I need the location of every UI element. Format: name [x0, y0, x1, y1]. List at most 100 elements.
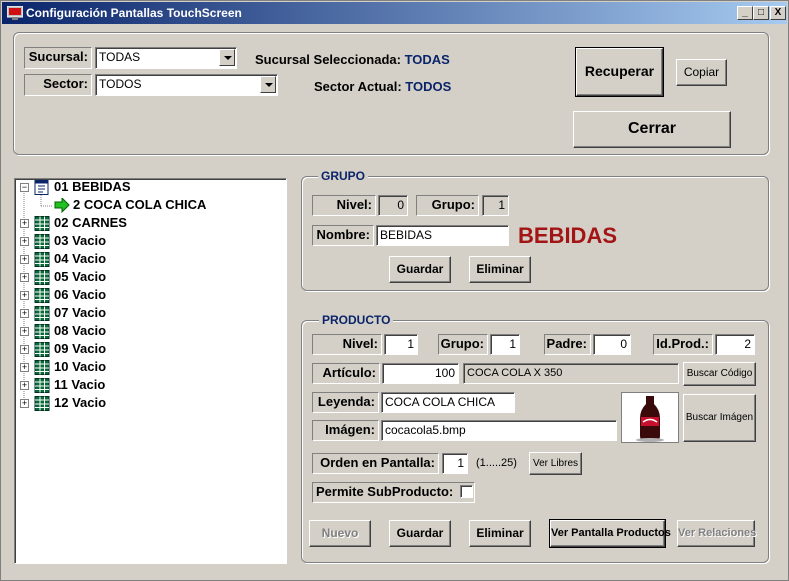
grid-icon [34, 252, 50, 267]
sector-actual: Sector Actual: TODOS [314, 79, 451, 94]
grupo-nombre-display: BEBIDAS [518, 223, 618, 248]
grid-icon [34, 216, 50, 231]
expand-icon[interactable]: + [20, 327, 29, 336]
leyenda-field[interactable]: COCA COLA CHICA [381, 392, 515, 413]
leyenda-label: Leyenda: [312, 392, 379, 413]
collapse-icon[interactable]: − [20, 183, 29, 192]
producto-legend: PRODUCTO [319, 313, 394, 327]
green-arrow-icon [54, 198, 70, 213]
chevron-down-icon[interactable] [219, 49, 235, 66]
sucursal-select[interactable]: TODAS [95, 47, 237, 69]
grupo-legend: GRUPO [318, 169, 369, 183]
producto-nivel-field[interactable]: 1 [384, 334, 418, 355]
sucursal-seleccionada: Sucursal Seleccionada: TODAS [255, 52, 450, 67]
sucursal-select-value: TODAS [99, 50, 141, 64]
expand-icon[interactable]: + [20, 237, 29, 246]
tree-item-label: 09 Vacio [54, 341, 107, 356]
producto-padre-label: Padre: [544, 334, 591, 355]
producto-guardar-button[interactable]: Guardar [389, 520, 451, 547]
recuperar-button[interactable]: Recuperar [575, 47, 664, 97]
permite-subproducto-checkbox[interactable] [460, 485, 473, 498]
tree-item-label: 03 Vacio [54, 233, 107, 248]
producto-grupo-label: Grupo: [438, 334, 488, 355]
buscar-imagen-button[interactable]: Buscar Imágen [683, 394, 756, 442]
tree-item-label: 11 Vacio [54, 377, 106, 392]
grid-icon [34, 324, 50, 339]
app-icon [7, 6, 23, 20]
articulo-label: Artículo: [312, 363, 380, 384]
expand-icon[interactable]: + [20, 363, 29, 372]
tree-item-label: 04 Vacio [54, 251, 107, 266]
expand-icon[interactable]: + [20, 345, 29, 354]
imagen-label: Imágen: [312, 420, 379, 441]
ver-libres-button[interactable]: Ver Libres [529, 452, 582, 475]
sucursal-seleccionada-label: Sucursal Seleccionada: [255, 52, 401, 67]
grid-icon [34, 306, 50, 321]
minimize-button[interactable]: _ [737, 6, 753, 20]
expand-icon[interactable]: + [20, 381, 29, 390]
cerrar-button[interactable]: Cerrar [573, 111, 731, 148]
tree-item-label: 06 Vacio [54, 287, 107, 302]
tree-item-label: 07 Vacio [54, 305, 107, 320]
expand-icon[interactable]: + [20, 255, 29, 264]
sector-select[interactable]: TODOS [95, 74, 278, 96]
nuevo-button[interactable]: Nuevo [309, 520, 371, 547]
sector-actual-value: TODOS [405, 79, 452, 94]
expand-icon[interactable]: + [20, 291, 29, 300]
expand-icon[interactable]: + [20, 399, 29, 408]
articulo-code-field[interactable]: 100 [382, 363, 459, 384]
sector-label: Sector: [24, 74, 92, 96]
orden-field[interactable]: 1 [442, 453, 468, 474]
grid-icon [34, 342, 50, 357]
grid-icon [34, 234, 50, 249]
grupo-nombre-field[interactable]: BEBIDAS [376, 225, 509, 246]
grid-icon [34, 396, 50, 411]
orden-label: Orden en Pantalla: [312, 453, 439, 474]
document-icon [34, 180, 49, 195]
ver-pantalla-productos-button[interactable]: Ver Pantalla Productos [549, 519, 671, 548]
product-image [621, 392, 679, 443]
permite-subproducto[interactable]: Permite SubProducto: [312, 482, 475, 503]
producto-idprod-label: Id.Prod.: [653, 334, 713, 355]
orden-range: (1.....25) [476, 457, 517, 469]
expand-icon[interactable]: + [20, 309, 29, 318]
grid-icon [34, 270, 50, 285]
producto-grupo-field[interactable]: 1 [490, 334, 520, 355]
maximize-button[interactable]: □ [753, 6, 769, 20]
expand-icon[interactable]: + [20, 273, 29, 282]
producto-nivel-label: Nivel: [312, 334, 382, 355]
window-title: Configuración Pantallas TouchScreen [26, 6, 242, 20]
tree-item-label: 02 CARNES [54, 215, 127, 230]
tree-item-label: 12 Vacio [54, 395, 107, 410]
grupo-eliminar-button[interactable]: Eliminar [469, 256, 531, 283]
producto-idprod-field[interactable]: 2 [715, 334, 755, 355]
producto-padre-field[interactable]: 0 [593, 334, 631, 355]
tree-item-label: 05 Vacio [54, 269, 107, 284]
grupo-nivel-label: Nivel: [312, 195, 376, 216]
sucursal-label: Sucursal: [24, 47, 92, 69]
sector-actual-label: Sector Actual: [314, 79, 402, 94]
tree-item-label: 08 Vacio [54, 323, 107, 338]
imagen-field[interactable]: cocacola5.bmp [381, 420, 617, 441]
tree-item-label: 2 COCA COLA CHICA [73, 197, 207, 212]
grupo-grupo-field[interactable]: 1 [482, 195, 509, 216]
grupo-nivel-field[interactable]: 0 [378, 195, 408, 216]
producto-eliminar-button[interactable]: Eliminar [469, 520, 531, 547]
coca-cola-bottle-icon [622, 393, 678, 442]
grid-icon [34, 378, 50, 393]
title-bar[interactable]: Configuración Pantallas TouchScreen _ □ … [2, 2, 787, 24]
main-window: Configuración Pantallas TouchScreen _ □ … [0, 0, 789, 581]
articulo-description-field: COCA COLA X 350 [463, 363, 679, 384]
tree-item-label: 10 Vacio [54, 359, 107, 374]
group-tree[interactable]: − 01 BEBIDAS 2 COCA COLA CHICA + 02 CARN… [14, 178, 287, 564]
grid-icon [34, 360, 50, 375]
tree-item-label: 01 BEBIDAS [54, 179, 131, 194]
grid-icon [34, 288, 50, 303]
expand-icon[interactable]: + [20, 219, 29, 228]
copiar-button[interactable]: Copiar [676, 59, 727, 86]
close-button[interactable]: X [770, 6, 786, 20]
chevron-down-icon[interactable] [260, 76, 276, 93]
grupo-guardar-button[interactable]: Guardar [389, 256, 451, 283]
ver-relaciones-button[interactable]: Ver Relaciones [677, 520, 756, 547]
buscar-codigo-button[interactable]: Buscar Código [683, 362, 756, 386]
